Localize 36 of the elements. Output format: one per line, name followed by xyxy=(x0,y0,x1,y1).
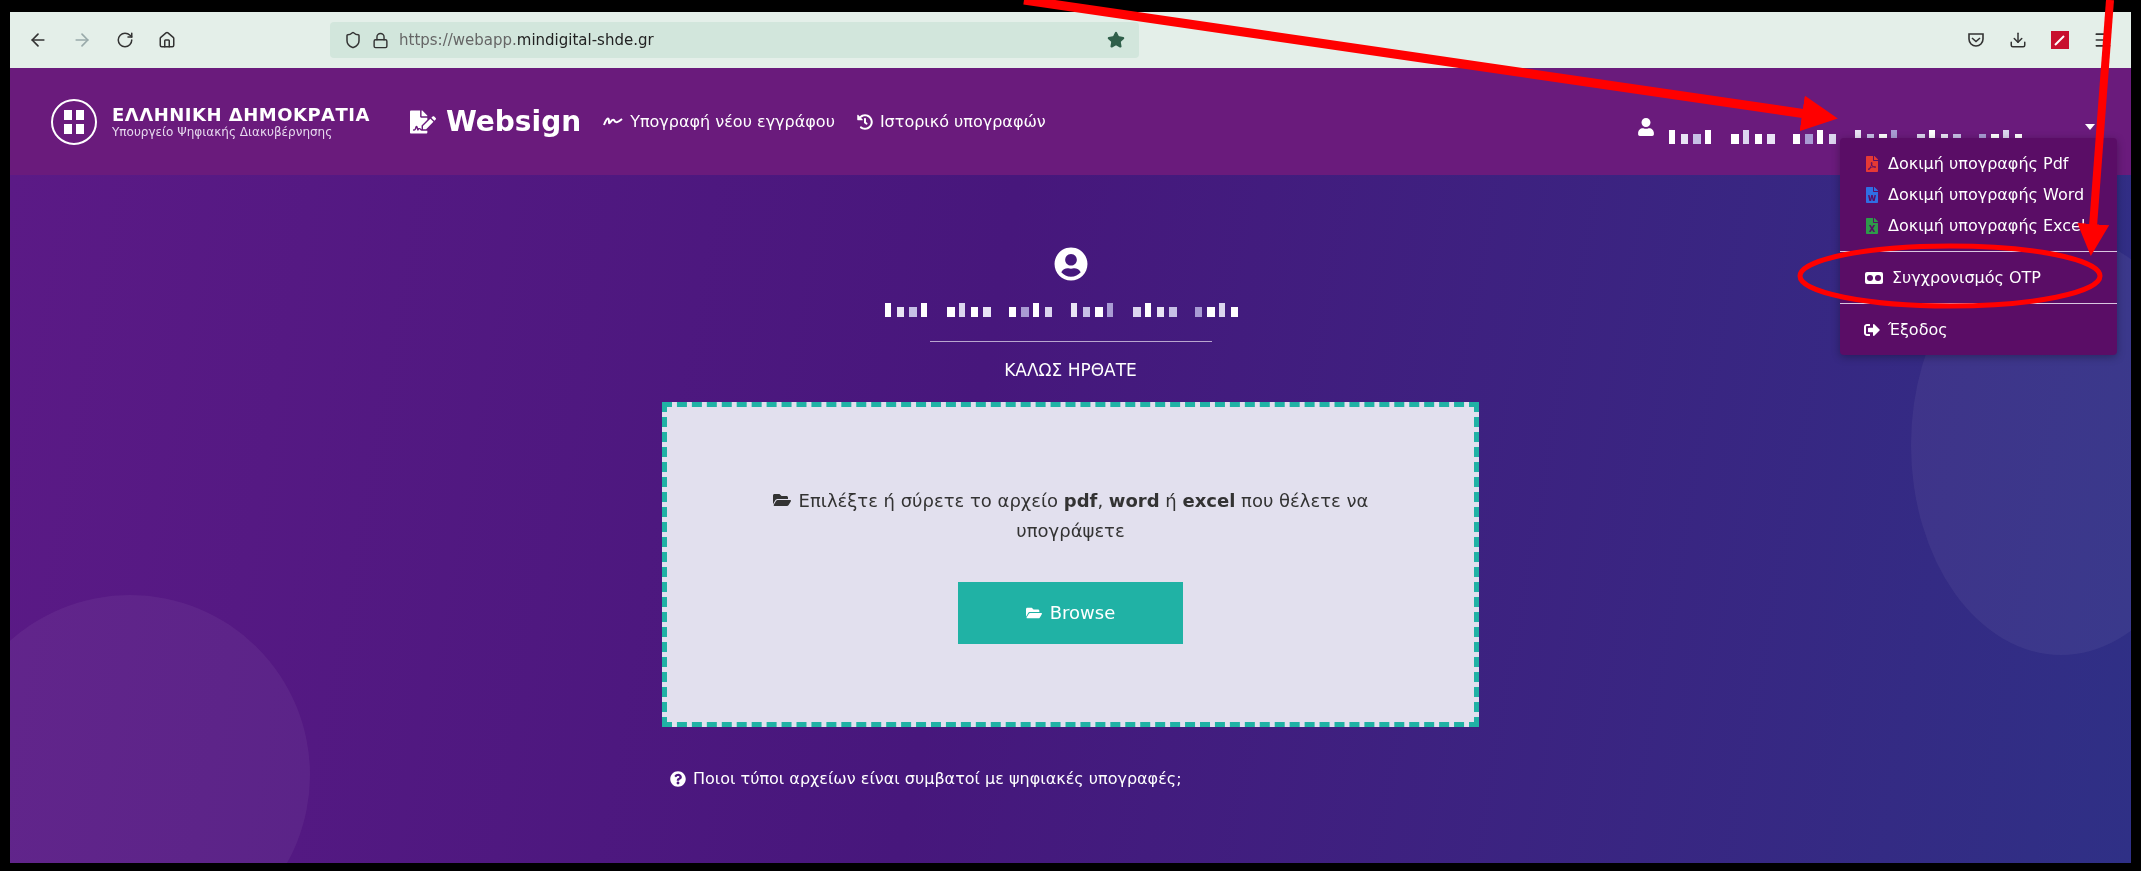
shield-icon xyxy=(344,31,362,49)
lock-icon xyxy=(372,31,389,49)
menu-item[interactable]: Συγχρονισμός OTP xyxy=(1840,262,2117,293)
logout-icon xyxy=(1864,321,1880,338)
menu-item[interactable]: Δοκιμή υπογραφής Pdf xyxy=(1840,148,2117,179)
reload-icon[interactable] xyxy=(116,31,134,49)
signed-file-icon xyxy=(409,108,436,135)
menu-item[interactable]: Δοκιμή υπογραφής Word xyxy=(1840,179,2117,210)
bookmark-star-icon[interactable] xyxy=(1106,31,1125,49)
word-file-icon xyxy=(1864,186,1880,203)
magic-wand-icon[interactable] xyxy=(2051,31,2069,49)
pdf-file-icon xyxy=(1864,155,1880,172)
welcome-heading: ΚΑΛΩΣ ΗΡΘΑΤΕ xyxy=(1004,360,1137,380)
file-drop-zone[interactable]: Επιλέξτε ή σύρετε το αρχείο pdf, word ή excel που θέλετε να υπογράψετε Browse xyxy=(662,402,1479,727)
nav-link[interactable]: Υπογραφή νέου εγγράφου xyxy=(603,112,835,131)
org-subtitle: Υπουργείο Ψηφιακής Διακυβέρνησης xyxy=(112,125,334,139)
org-title: ΕΛΛΗΝΙΚΗ ΔΗΜΟΚΡΑΤΙΑ xyxy=(112,104,370,125)
emblem-icon xyxy=(50,97,98,146)
user-icon xyxy=(1637,118,1655,136)
address-bar[interactable]: https://webapp.mindigital-shde.gr xyxy=(330,22,1139,58)
nav-link[interactable]: Ιστορικό υπογραφών xyxy=(856,112,1046,131)
user-avatar-icon xyxy=(1053,247,1088,281)
download-icon[interactable] xyxy=(2009,31,2027,49)
help-link[interactable]: Ποιοι τύποι αρχείων είναι συμβατοί με ψηφιακές υπογραφές; xyxy=(670,769,1182,788)
drop-instructions: Επιλέξτε ή σύρετε το αρχείο pdf, word ή excel που θέλετε να υπογράψετε xyxy=(750,485,1391,546)
home-icon[interactable] xyxy=(158,31,176,49)
menu-item[interactable]: Έξοδος xyxy=(1840,314,2117,345)
pocket-icon[interactable] xyxy=(1967,32,1985,48)
brand-link[interactable]: Websign xyxy=(409,105,582,138)
history-icon xyxy=(856,113,873,130)
tape-icon xyxy=(1864,270,1884,285)
caret-icon xyxy=(2085,124,2095,130)
url-text: https://webapp.mindigital-shde.gr xyxy=(399,31,654,49)
signature-icon xyxy=(603,115,624,128)
help-icon xyxy=(670,770,686,787)
excel-file-icon xyxy=(1864,217,1880,234)
